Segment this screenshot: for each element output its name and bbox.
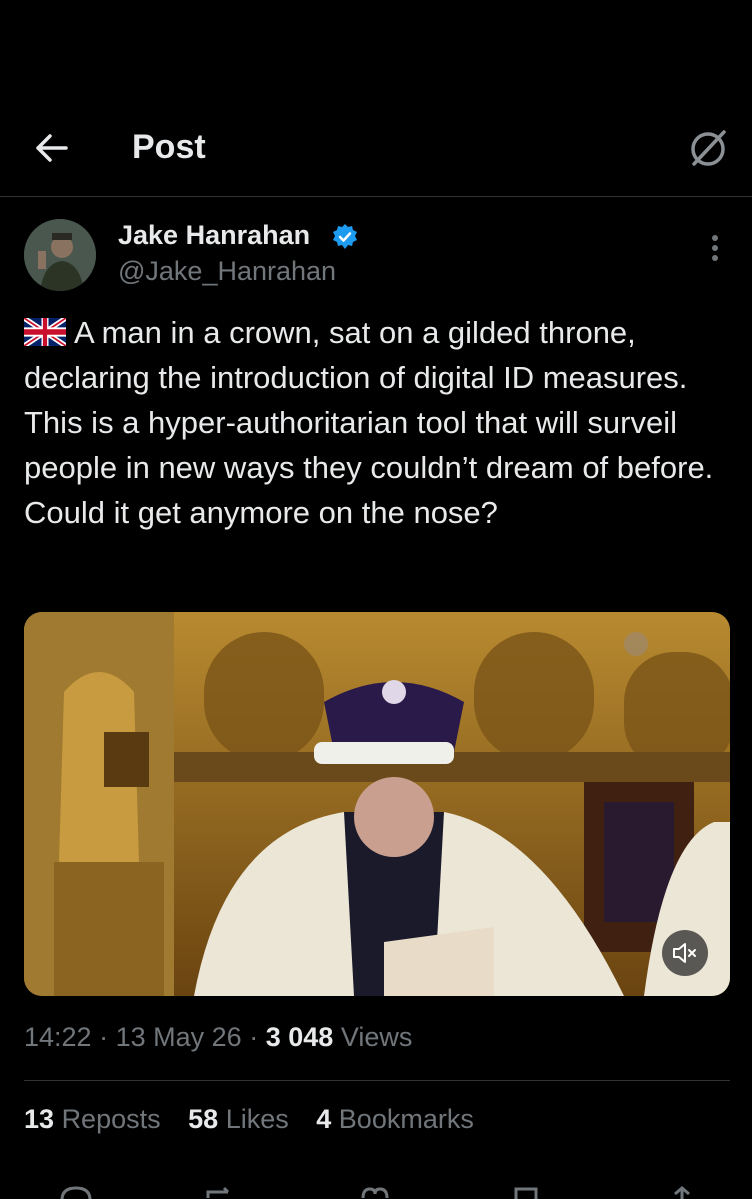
- bookmarks-stat[interactable]: 4 Bookmarks: [316, 1104, 474, 1134]
- grok-button[interactable]: [686, 126, 730, 170]
- views-label: Views: [340, 1022, 413, 1052]
- video-frame: [24, 612, 730, 996]
- likes-stat[interactable]: 58 Likes: [188, 1104, 289, 1134]
- bookmarks-label: Bookmarks: [338, 1104, 474, 1134]
- meta-separator: ·: [99, 1022, 109, 1052]
- post-time[interactable]: 14:22: [24, 1022, 92, 1052]
- verified-badge-icon: [333, 224, 357, 249]
- heart-icon[interactable]: [355, 1184, 395, 1199]
- views-count: 3 048: [265, 1022, 334, 1052]
- uk-flag-icon: [24, 318, 66, 346]
- bookmark-icon[interactable]: [506, 1184, 546, 1199]
- reposts-label: Reposts: [61, 1104, 161, 1134]
- meta-separator: ·: [249, 1022, 259, 1052]
- reposts-stat[interactable]: 13 Reposts: [24, 1104, 161, 1134]
- avatar-image: [24, 219, 96, 291]
- share-icon[interactable]: [662, 1184, 702, 1199]
- arrow-left-icon: [36, 134, 68, 162]
- grok-icon: [691, 130, 726, 166]
- volume-muted-icon: [673, 943, 696, 963]
- reply-icon[interactable]: [56, 1184, 96, 1199]
- post-meta: 14:22 · 13 May 26 · 3 048 Views: [24, 1022, 412, 1053]
- avatar[interactable]: [24, 219, 96, 291]
- post-date[interactable]: 13 May 26: [116, 1022, 242, 1052]
- back-button[interactable]: [30, 128, 74, 168]
- divider: [24, 1080, 730, 1081]
- post-video[interactable]: [24, 612, 730, 996]
- mute-button[interactable]: [662, 930, 708, 976]
- post-stats: 13 Reposts 58 Likes 4 Bookmarks: [24, 1104, 494, 1135]
- bookmarks-count: 4: [316, 1104, 332, 1134]
- page-title: Post: [132, 128, 206, 166]
- reposts-count: 13: [24, 1104, 55, 1134]
- likes-count: 58: [188, 1104, 219, 1134]
- action-bar: [0, 1184, 752, 1199]
- more-options-button[interactable]: [700, 232, 730, 268]
- repost-icon[interactable]: [202, 1184, 242, 1199]
- post-body: A man in a crown, sat on a gilded throne…: [24, 315, 714, 530]
- author-name[interactable]: Jake Hanrahan: [118, 220, 310, 251]
- more-vertical-icon: [712, 235, 718, 261]
- author-handle[interactable]: @Jake_Hanrahan: [118, 256, 336, 287]
- post-text: A man in a crown, sat on a gilded throne…: [24, 310, 730, 535]
- top-bar: Post: [0, 0, 752, 197]
- likes-label: Likes: [225, 1104, 289, 1134]
